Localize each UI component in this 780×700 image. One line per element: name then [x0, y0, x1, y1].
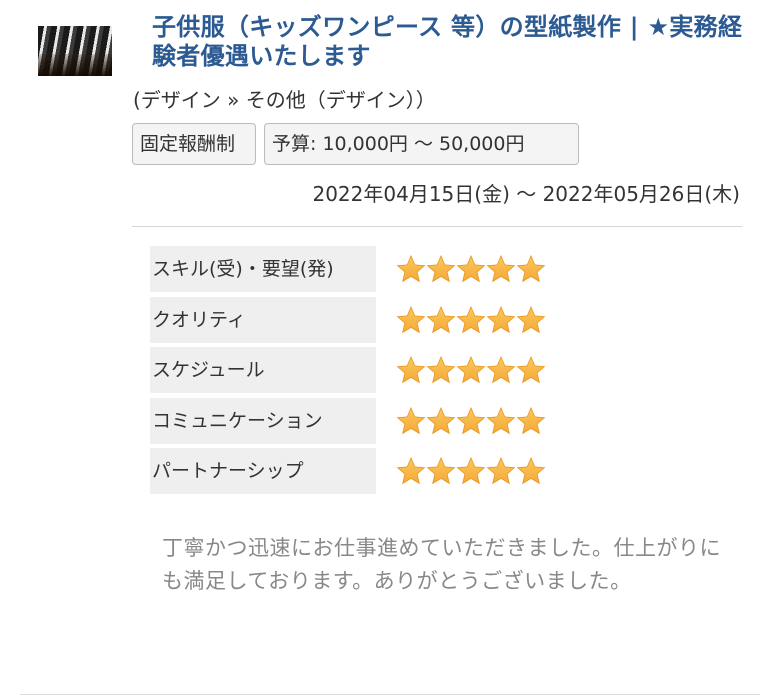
star-icon	[396, 254, 426, 283]
section-divider	[132, 226, 742, 227]
bottom-divider	[20, 694, 760, 695]
star-icon	[396, 406, 426, 434]
star-icon	[396, 305, 426, 333]
star-icon	[426, 456, 456, 485]
project-period: 2022年04月15日(金) 〜 2022年05月26日(木)	[312, 182, 740, 206]
rating-row-partnership: パートナーシップ	[150, 448, 570, 494]
star-icon	[516, 406, 546, 434]
project-title[interactable]: 子供服（キッズワンピース 等）の型紙製作 | ★実務経験者優遇いたします	[152, 13, 752, 71]
star-icon	[516, 355, 546, 384]
star-icon	[456, 254, 486, 283]
project-thumbnail[interactable]	[38, 26, 112, 76]
star-icon	[456, 305, 486, 333]
project-category: (デザイン » その他（デザイン））	[133, 88, 436, 112]
star-icon	[486, 254, 516, 283]
star-icon	[486, 406, 516, 434]
rating-label: コミュニケーション	[150, 397, 376, 444]
rating-row-quality: クオリティ	[150, 296, 570, 343]
star-icon	[456, 406, 486, 434]
star-rating	[396, 305, 546, 335]
star-icon	[516, 254, 546, 283]
star-icon	[486, 355, 516, 384]
budget-badge: 予算: 10,000円 〜 50,000円	[264, 123, 579, 165]
rating-label: スキル(受)・要望(発)	[150, 246, 376, 292]
star-icon	[396, 456, 426, 485]
star-icon	[426, 254, 456, 283]
star-rating	[396, 355, 546, 385]
payment-type-badge: 固定報酬制	[132, 123, 256, 165]
rating-row-skill: スキル(受)・要望(発)	[150, 246, 570, 292]
star-icon	[516, 456, 546, 485]
rating-label: クオリティ	[150, 296, 376, 343]
star-rating	[396, 254, 546, 284]
rating-label: パートナーシップ	[150, 448, 376, 494]
star-rating	[396, 456, 546, 486]
star-icon	[456, 456, 486, 485]
rating-row-schedule: スケジュール	[150, 347, 570, 393]
star-icon	[486, 305, 516, 333]
star-icon	[426, 355, 456, 384]
star-icon	[456, 355, 486, 384]
star-icon	[516, 305, 546, 333]
rating-table: スキル(受)・要望(発) クオリティ スケジュール コミュニケーション パートナ…	[150, 246, 570, 499]
star-icon	[486, 456, 516, 485]
review-comment: 丁寧かつ迅速にお仕事進めていただきました。仕上がりにも満足しております。ありがと…	[162, 536, 721, 593]
rating-row-communication: コミュニケーション	[150, 397, 570, 444]
rating-label: スケジュール	[150, 347, 376, 393]
star-icon	[426, 406, 456, 434]
star-icon	[396, 355, 426, 384]
star-rating	[396, 406, 546, 436]
star-icon	[426, 305, 456, 333]
